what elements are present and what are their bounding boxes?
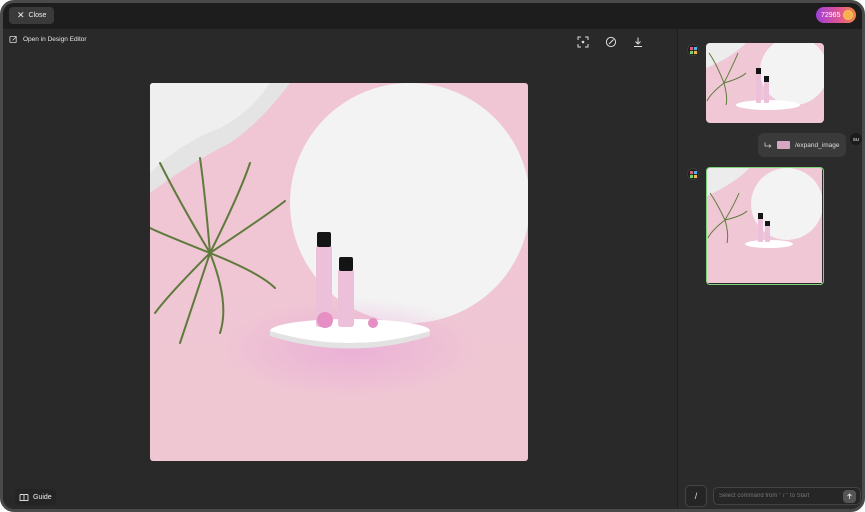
download-icon[interactable] xyxy=(632,35,644,47)
command-message: /expand_image xyxy=(758,133,846,157)
open-design-editor-button[interactable]: Open in Design Editor xyxy=(9,35,87,44)
app-window: ✕ Close 72965 Open in Design Editor Guid… xyxy=(0,0,865,512)
app-logo-icon xyxy=(689,46,697,54)
guide-label: Guide xyxy=(33,493,52,501)
edit-icon xyxy=(9,35,17,44)
app-logo-icon xyxy=(689,170,697,178)
top-bar: ✕ Close 72965 xyxy=(3,3,862,29)
command-input[interactable] xyxy=(713,487,861,505)
reply-arrow-icon xyxy=(764,142,772,148)
assistant-avatar xyxy=(687,168,699,180)
chat-sidebar: /expand_image SU / Select command from "… xyxy=(678,29,862,509)
open-design-editor-label: Open in Design Editor xyxy=(23,36,87,43)
guide-button[interactable]: Guide xyxy=(15,489,56,505)
close-icon: ✕ xyxy=(17,10,25,20)
edit-circle-icon[interactable] xyxy=(605,35,617,48)
expand-icon[interactable] xyxy=(577,35,589,48)
command-thumbnail xyxy=(777,141,790,149)
credits-badge[interactable]: 72965 xyxy=(816,7,856,23)
generated-image xyxy=(150,83,528,461)
image-toolbar xyxy=(577,35,677,48)
command-menu-button[interactable]: / xyxy=(685,485,707,507)
send-button[interactable] xyxy=(843,490,856,503)
main-canvas-panel: Open in Design Editor Guide xyxy=(3,29,677,509)
user-avatar: SU xyxy=(850,133,862,145)
arrow-up-icon xyxy=(847,493,852,499)
assistant-avatar xyxy=(687,44,699,56)
command-label: /expand_image xyxy=(795,141,840,149)
slash-label: / xyxy=(694,491,698,501)
expanded-image-thumbnail[interactable] xyxy=(706,167,824,285)
user-initials: SU xyxy=(852,136,860,142)
coin-icon xyxy=(843,10,853,20)
source-image-thumbnail[interactable] xyxy=(706,43,824,123)
book-icon xyxy=(19,493,29,501)
credits-count: 72965 xyxy=(821,11,841,19)
close-button[interactable]: ✕ Close xyxy=(9,7,55,24)
close-label: Close xyxy=(28,12,47,19)
